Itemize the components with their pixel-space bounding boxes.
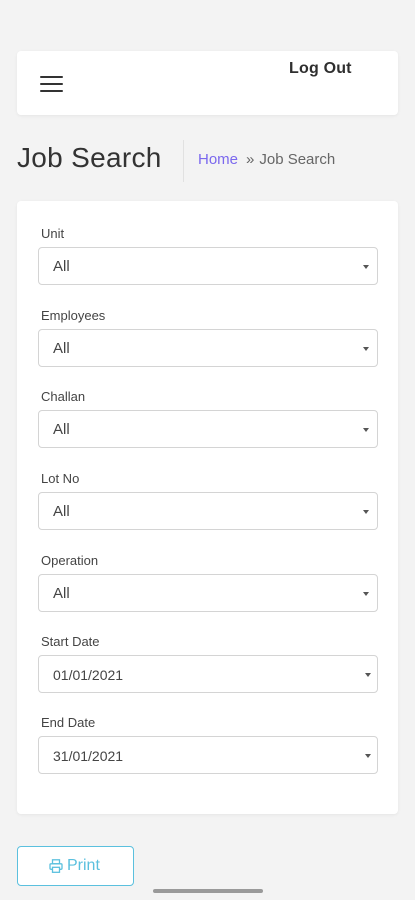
- end-date-field: End Date 31/01/2021: [38, 714, 378, 774]
- menu-icon[interactable]: [40, 76, 63, 93]
- caret-down-icon: [365, 673, 371, 677]
- breadcrumb-home-link[interactable]: Home: [198, 151, 238, 168]
- employees-field: Employees All: [38, 307, 378, 367]
- end-date-input[interactable]: 31/01/2021: [38, 736, 378, 774]
- operation-select-value: All: [53, 585, 70, 602]
- employees-select-value: All: [53, 340, 70, 357]
- top-navbar: Log Out: [17, 51, 398, 115]
- lot-no-label: Lot No: [41, 471, 80, 486]
- page-header: Job Search Home» Job Search: [17, 140, 398, 184]
- challan-label: Challan: [41, 389, 86, 404]
- search-form-card: Unit All Employees All Challan All Lot N…: [17, 201, 398, 814]
- start-date-field: Start Date 01/01/2021: [38, 633, 378, 693]
- print-button[interactable]: Print: [17, 846, 134, 886]
- caret-down-icon: [363, 347, 369, 351]
- unit-select[interactable]: All: [38, 247, 378, 285]
- lot-no-select[interactable]: All: [38, 492, 378, 530]
- caret-down-icon: [363, 510, 369, 514]
- page-title: Job Search: [17, 142, 162, 173]
- logout-link[interactable]: Log Out: [289, 60, 352, 78]
- header-divider: [183, 140, 184, 182]
- operation-label: Operation: [41, 553, 99, 568]
- unit-label: Unit: [41, 226, 65, 241]
- challan-select-value: All: [53, 421, 70, 438]
- unit-field: Unit All: [38, 225, 378, 285]
- breadcrumb-separator: »: [246, 151, 255, 168]
- caret-down-icon: [363, 265, 369, 269]
- operation-select[interactable]: All: [38, 574, 378, 612]
- end-date-label: End Date: [41, 715, 96, 730]
- start-date-input[interactable]: 01/01/2021: [38, 655, 378, 693]
- lot-no-select-value: All: [53, 503, 70, 520]
- challan-field: Challan All: [38, 388, 378, 448]
- start-date-value: 01/01/2021: [53, 667, 124, 683]
- caret-down-icon: [365, 754, 371, 758]
- challan-select[interactable]: All: [38, 410, 378, 448]
- breadcrumb-current: Job Search: [259, 151, 336, 168]
- caret-down-icon: [363, 592, 369, 596]
- operation-field: Operation All: [38, 552, 378, 612]
- breadcrumb: Home » Job Search: [198, 151, 335, 168]
- lot-no-field: Lot No All: [38, 470, 378, 530]
- home-indicator[interactable]: [153, 889, 263, 893]
- unit-select-value: All: [53, 258, 70, 275]
- employees-select[interactable]: All: [38, 329, 378, 367]
- end-date-value: 31/01/2021: [53, 748, 124, 764]
- employees-label: Employees: [41, 308, 106, 323]
- printer-icon: [49, 859, 63, 873]
- start-date-label: Start Date: [41, 634, 100, 649]
- caret-down-icon: [363, 428, 369, 432]
- print-button-label: Print: [67, 857, 100, 874]
